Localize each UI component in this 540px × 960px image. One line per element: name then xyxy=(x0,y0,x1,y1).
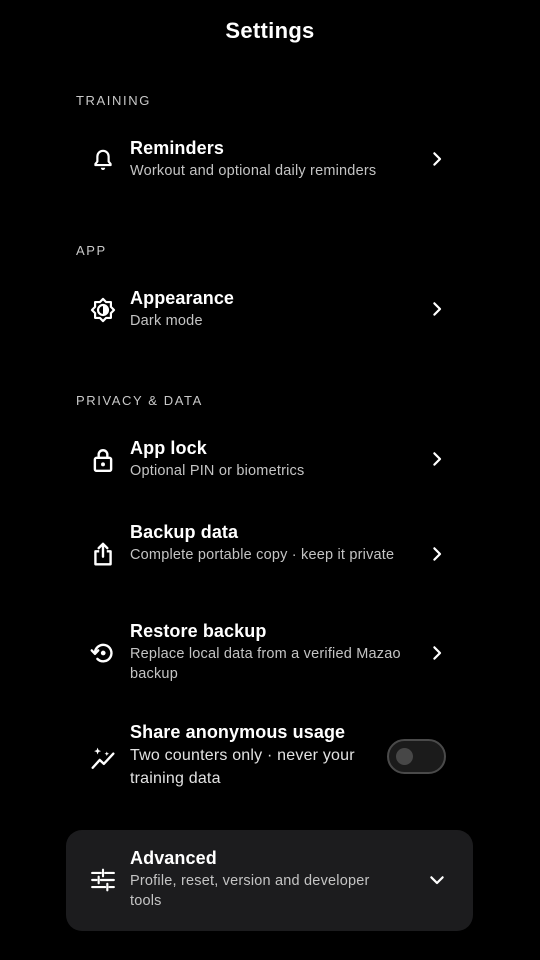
chevron-right-icon xyxy=(426,642,448,664)
lock-icon xyxy=(90,447,116,473)
bell-icon xyxy=(90,147,116,173)
share-upload-icon xyxy=(90,541,116,567)
restore-backup-label: Restore backup xyxy=(130,621,267,641)
toggle-knob xyxy=(396,748,413,765)
section-label-privacy-data: PRIVACY & DATA xyxy=(76,393,203,408)
brightness-icon xyxy=(90,297,116,323)
share-usage-toggle[interactable] xyxy=(387,739,446,774)
chevron-right-icon xyxy=(426,448,448,470)
backup-data-description: Complete portable copy · keep it private xyxy=(130,547,395,563)
settings-item-reminders[interactable]: Reminders Workout and optional daily rem… xyxy=(66,138,473,182)
chevron-right-icon xyxy=(426,148,448,170)
share-usage-description: Two counters only · never your training … xyxy=(130,747,355,787)
settings-item-advanced[interactable]: Advanced Profile, reset, version and dev… xyxy=(66,848,473,912)
advanced-label: Advanced xyxy=(130,848,217,868)
settings-item-share-usage[interactable]: Share anonymous usage Two counters only … xyxy=(66,722,473,794)
appearance-description: Dark mode xyxy=(130,313,203,329)
chevron-down-icon[interactable] xyxy=(426,869,448,891)
chevron-right-icon xyxy=(426,543,448,565)
appearance-label: Appearance xyxy=(130,288,235,308)
backup-data-label: Backup data xyxy=(130,522,239,542)
app-lock-description: Optional PIN or biometrics xyxy=(130,463,305,479)
settings-item-appearance[interactable]: Appearance Dark mode xyxy=(66,288,473,332)
section-label-app: APP xyxy=(76,243,107,258)
app-lock-label: App lock xyxy=(130,438,207,458)
page-title: Settings xyxy=(225,18,315,43)
share-usage-label: Share anonymous usage xyxy=(130,722,346,742)
restore-icon xyxy=(90,640,116,666)
restore-backup-description: Replace local data from a verified Mazao… xyxy=(130,646,401,682)
settings-item-app-lock[interactable]: App lock Optional PIN or biometrics xyxy=(66,438,473,482)
settings-item-restore-backup[interactable]: Restore backup Replace local data from a… xyxy=(66,621,473,685)
settings-item-backup-data[interactable]: Backup data Complete portable copy · kee… xyxy=(66,522,473,586)
reminders-description: Workout and optional daily reminders xyxy=(130,163,377,179)
advanced-description: Profile, reset, version and developer to… xyxy=(130,873,370,909)
sliders-icon xyxy=(90,867,116,893)
chevron-right-icon xyxy=(426,298,448,320)
reminders-label: Reminders xyxy=(130,138,224,158)
section-label-training: TRAINING xyxy=(76,93,151,108)
sparkle-chart-icon xyxy=(90,745,116,771)
advanced-card[interactable]: Advanced Profile, reset, version and dev… xyxy=(66,830,473,931)
